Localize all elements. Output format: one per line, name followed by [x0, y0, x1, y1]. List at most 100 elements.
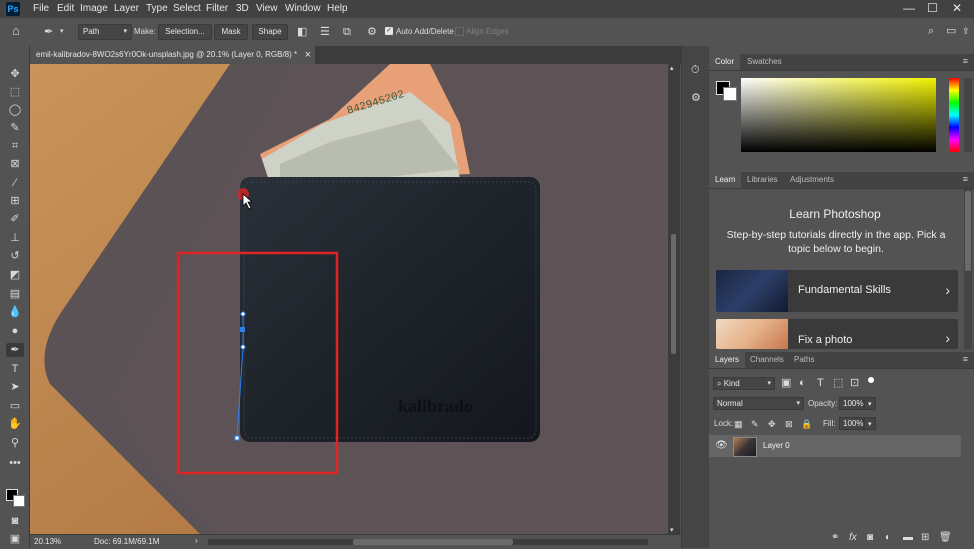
- path-operations-icon[interactable]: ◧: [297, 26, 307, 38]
- tab-learn[interactable]: Learn: [709, 172, 742, 188]
- fx-button[interactable]: fx: [849, 532, 857, 544]
- selection-button[interactable]: Selection...: [158, 24, 212, 40]
- filter-shape-icon[interactable]: ⬚: [833, 377, 843, 389]
- status-menu-arrow[interactable]: ›: [195, 536, 198, 545]
- shape-button[interactable]: Shape: [252, 24, 288, 40]
- menu-layer[interactable]: Layer: [114, 3, 139, 14]
- filter-type-icon[interactable]: T: [817, 377, 824, 389]
- learn-card-fundamental-skills[interactable]: Fundamental Skills ›: [716, 270, 958, 312]
- eraser-tool-icon[interactable]: ◩: [6, 268, 24, 282]
- opacity-input[interactable]: 100%: [839, 397, 864, 410]
- tab-paths[interactable]: Paths: [788, 352, 820, 368]
- chevron-down-icon[interactable]: ▾: [60, 26, 64, 38]
- brush-tool-icon[interactable]: ✐: [6, 212, 24, 226]
- mode-dropdown[interactable]: Path ▾: [78, 24, 132, 40]
- delete-layer-icon[interactable]: 🗑: [939, 532, 952, 544]
- pen-tool-icon[interactable]: ✒: [44, 26, 53, 38]
- type-tool-icon[interactable]: T: [6, 362, 24, 376]
- menu-filter[interactable]: Filter: [206, 3, 228, 14]
- clone-stamp-tool-icon[interactable]: ⊥: [6, 231, 24, 245]
- search-icon[interactable]: ⌕: [928, 25, 934, 37]
- new-layer-icon[interactable]: ⊞: [921, 532, 929, 544]
- tab-channels[interactable]: Channels: [744, 352, 790, 368]
- close-window-button[interactable]: ✕: [952, 1, 962, 15]
- menu-help[interactable]: Help: [327, 3, 348, 14]
- panel-menu-icon[interactable]: ≡: [963, 354, 968, 364]
- opacity-dropdown[interactable]: ▾: [864, 397, 876, 410]
- tab-adjustments[interactable]: Adjustments: [784, 172, 840, 188]
- learn-panel-scrollbar[interactable]: [964, 189, 972, 349]
- learn-card-fix-a-photo[interactable]: Fix a photo ›: [716, 319, 958, 349]
- new-group-icon[interactable]: ▬: [903, 532, 913, 544]
- quick-mask-icon[interactable]: ◙: [6, 514, 24, 528]
- color-panel-scrollbar[interactable]: [964, 78, 972, 152]
- eyedropper-tool-icon[interactable]: ⁄: [6, 176, 24, 190]
- scroll-up-icon[interactable]: ▴: [670, 64, 674, 72]
- menu-image[interactable]: Image: [80, 3, 108, 14]
- menu-select[interactable]: Select: [173, 3, 201, 14]
- close-tab-icon[interactable]: ×: [305, 46, 311, 64]
- color-picker-field[interactable]: [741, 78, 936, 152]
- properties-panel-icon[interactable]: ⚙: [691, 92, 701, 104]
- filter-toggle[interactable]: [868, 377, 874, 383]
- layer-filter-kind[interactable]: ⌕ Kind ▾: [713, 377, 775, 390]
- eye-icon[interactable]: 👁: [715, 440, 728, 451]
- fill-input[interactable]: 100%: [839, 417, 864, 430]
- filter-smart-object-icon[interactable]: ⊡: [850, 377, 859, 389]
- lock-all-icon[interactable]: 🔒: [801, 418, 812, 430]
- filter-adjustment-icon[interactable]: ◐: [799, 377, 806, 389]
- menu-window[interactable]: Window: [285, 3, 321, 14]
- crop-tool-icon[interactable]: ⌗: [6, 139, 24, 153]
- dodge-tool-icon[interactable]: ●: [6, 324, 24, 338]
- menu-3d[interactable]: 3D: [236, 3, 249, 14]
- hand-tool-icon[interactable]: ✋: [6, 417, 24, 431]
- align-edges-checkbox[interactable]: [455, 27, 464, 36]
- panel-menu-icon[interactable]: ≡: [963, 174, 968, 184]
- menu-type[interactable]: Type: [146, 3, 168, 14]
- hue-slider[interactable]: [949, 78, 959, 152]
- healing-brush-tool-icon[interactable]: ⊞: [6, 194, 24, 208]
- filter-pixel-icon[interactable]: ▣: [781, 377, 791, 389]
- blur-tool-icon[interactable]: 💧: [6, 305, 24, 319]
- canvas-horizontal-scrollbar[interactable]: [208, 539, 648, 545]
- lock-image-icon[interactable]: ✎: [751, 418, 759, 430]
- hscroll-thumb[interactable]: [353, 539, 513, 545]
- frame-tool-icon[interactable]: ⊠: [6, 157, 24, 171]
- new-adjustment-layer-icon[interactable]: ◐: [885, 532, 891, 544]
- path-arrangement-icon[interactable]: ⧉: [343, 26, 351, 38]
- layer-row[interactable]: 👁 Layer 0: [709, 435, 961, 457]
- path-selection-tool-icon[interactable]: ➤: [6, 380, 24, 394]
- scrollbar-thumb[interactable]: [671, 234, 676, 354]
- link-layers-icon[interactable]: ⚭: [831, 532, 839, 544]
- screen-mode-icon[interactable]: ▣: [6, 532, 24, 546]
- document-tab[interactable]: emil-kalibradov-8WO2s6Yr0Ok-unsplash.jpg…: [30, 46, 315, 64]
- fill-dropdown[interactable]: ▾: [864, 417, 876, 430]
- workspace-icon[interactable]: ▭: [946, 25, 956, 37]
- mask-button[interactable]: Mask: [214, 24, 248, 40]
- lock-position-icon[interactable]: ✥: [768, 418, 776, 430]
- gear-icon[interactable]: ⚙: [367, 26, 377, 38]
- learn-scroll-thumb[interactable]: [965, 191, 971, 271]
- pen-tool-icon[interactable]: ✒: [6, 343, 24, 357]
- tab-layers[interactable]: Layers: [709, 352, 746, 368]
- move-tool-icon[interactable]: ✥: [6, 67, 24, 81]
- add-mask-icon[interactable]: ◙: [867, 532, 873, 544]
- rectangle-tool-icon[interactable]: ▭: [6, 399, 24, 413]
- menu-file[interactable]: File: [33, 3, 49, 14]
- blend-mode-dropdown[interactable]: Normal ▾: [713, 397, 804, 410]
- gradient-tool-icon[interactable]: ▤: [6, 287, 24, 301]
- menu-view[interactable]: View: [256, 3, 278, 14]
- document-canvas[interactable]: 842945202 kalibrado: [30, 64, 668, 534]
- zoom-tool-icon[interactable]: ⚲: [6, 436, 24, 450]
- history-panel-icon[interactable]: ⏱: [691, 64, 700, 76]
- minimize-button[interactable]: —: [903, 1, 915, 15]
- share-icon[interactable]: ⇪: [962, 25, 970, 37]
- menu-edit[interactable]: Edit: [57, 3, 74, 14]
- tab-color[interactable]: Color: [709, 54, 741, 70]
- auto-add-checkbox[interactable]: ✓: [385, 27, 393, 35]
- home-icon[interactable]: ⌂: [12, 24, 20, 37]
- background-color-swatch[interactable]: [13, 495, 25, 507]
- lock-pixels-icon[interactable]: ▦: [734, 418, 743, 430]
- tab-swatches[interactable]: Swatches: [741, 54, 788, 70]
- scroll-down-icon[interactable]: ▾: [670, 526, 674, 534]
